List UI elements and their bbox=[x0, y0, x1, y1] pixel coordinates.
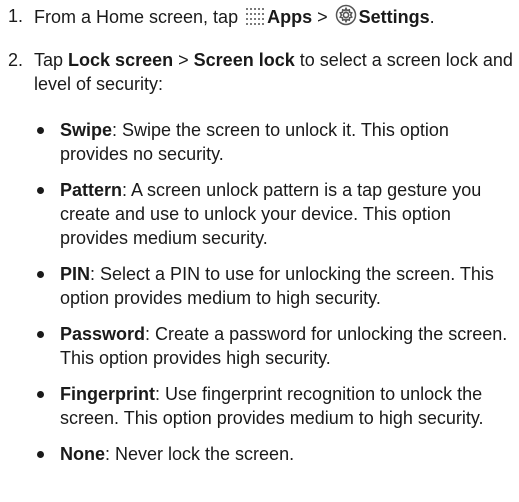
step-2: 2. Tap Lock screen > Screen lock to sele… bbox=[8, 48, 513, 96]
list-item: Pattern: A screen unlock pattern is a ta… bbox=[34, 178, 514, 250]
list-item: PIN: Select a PIN to use for unlocking t… bbox=[34, 262, 514, 310]
screen-lock-options-list: Swipe: Swipe the screen to unlock it. Th… bbox=[34, 118, 514, 478]
settings-label: Settings bbox=[358, 7, 430, 27]
bullet-icon bbox=[37, 391, 44, 398]
apps-grid-icon bbox=[245, 6, 265, 32]
settings-gear-icon bbox=[335, 4, 357, 32]
screen-lock-label: Screen lock bbox=[193, 50, 295, 70]
step-2-text: Tap Lock screen > Screen lock to select … bbox=[34, 48, 513, 96]
step-number: 2. bbox=[8, 50, 24, 70]
step-2-prefix: Tap bbox=[34, 50, 64, 70]
list-item: Fingerprint: Use fingerprint recognition… bbox=[34, 382, 514, 430]
bullet-icon bbox=[37, 451, 44, 458]
option-description: : Never lock the screen. bbox=[105, 444, 295, 464]
option-description: : Select a PIN to use for unlocking the … bbox=[60, 264, 494, 308]
list-item: Password: Create a password for unlockin… bbox=[34, 322, 514, 370]
path-separator: > bbox=[178, 50, 189, 70]
option-name: None bbox=[60, 444, 105, 464]
option-description: : A screen unlock pattern is a tap gestu… bbox=[60, 180, 482, 248]
instructions-document: 1. From a Home screen, tap Apps > Settin… bbox=[0, 0, 519, 502]
option-name: Swipe bbox=[60, 120, 113, 140]
bullet-icon bbox=[37, 271, 44, 278]
option-name: PIN bbox=[60, 264, 91, 284]
option-name: Pattern bbox=[60, 180, 123, 200]
bullet-icon bbox=[37, 187, 44, 194]
step-number: 1. bbox=[8, 6, 24, 26]
option-name: Password bbox=[60, 324, 146, 344]
step-1-prefix: From a Home screen, tap bbox=[34, 7, 239, 27]
step-1-end: . bbox=[429, 7, 435, 27]
list-item: Swipe: Swipe the screen to unlock it. Th… bbox=[34, 118, 514, 166]
path-separator: > bbox=[317, 7, 328, 27]
bullet-icon bbox=[37, 331, 44, 338]
step-1-text: From a Home screen, tap Apps > Settings. bbox=[34, 4, 513, 32]
apps-label: Apps bbox=[267, 7, 313, 27]
option-name: Fingerprint bbox=[60, 384, 155, 404]
lock-screen-label: Lock screen bbox=[68, 50, 174, 70]
option-description: : Swipe the screen to unlock it. This op… bbox=[60, 120, 449, 164]
list-item: None: Never lock the screen. bbox=[34, 442, 514, 466]
bullet-icon bbox=[37, 127, 44, 134]
step-1: 1. From a Home screen, tap Apps > Settin… bbox=[8, 4, 513, 32]
